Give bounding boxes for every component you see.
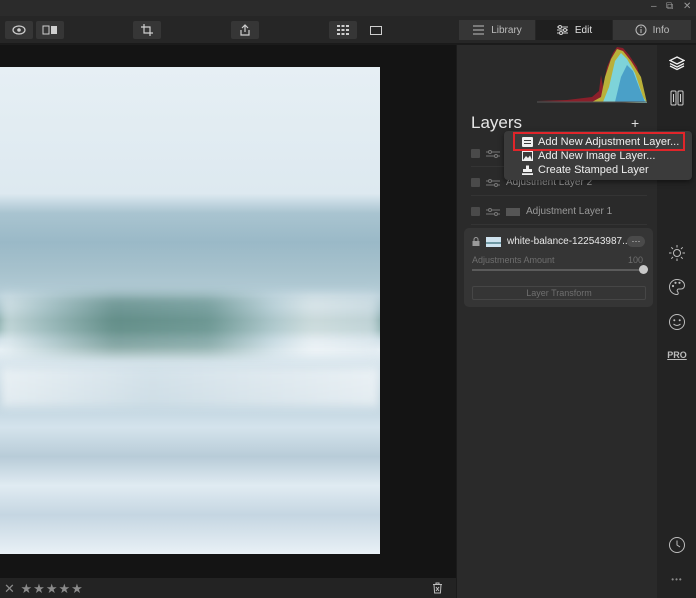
adjustments-amount-knob[interactable]: [639, 265, 648, 274]
add-layer-menu: Add New Adjustment Layer... Add New Imag…: [504, 131, 692, 180]
image-layer-icon: [522, 151, 533, 161]
add-layer-button[interactable]: +: [631, 115, 639, 131]
tool-rail: PRO •••: [657, 45, 696, 598]
stamp-icon: [522, 165, 533, 175]
compare-button[interactable]: [36, 21, 64, 39]
layer-visibility-checkbox[interactable]: [471, 178, 480, 187]
pro-tools-button[interactable]: PRO: [667, 345, 687, 365]
adjustments-amount-slider[interactable]: [472, 269, 642, 271]
history-tool-button[interactable]: [667, 535, 687, 555]
adjustment-layer-icon: [486, 178, 500, 187]
menu-item-label: Create Stamped Layer: [538, 164, 649, 176]
adjustments-amount-value: 100: [627, 255, 643, 265]
layer-transform-button[interactable]: Layer Transform: [472, 286, 646, 300]
photo-foam: [0, 367, 380, 407]
tab-library[interactable]: Library: [459, 20, 535, 40]
menu-item-label: Add New Image Layer...: [538, 150, 656, 162]
layers-tool-button[interactable]: [667, 53, 687, 73]
image-canvas[interactable]: [0, 45, 456, 578]
app-window: ‒ ⧉ ✕ Library Edit Info ✕ ★★★★★ Layers +…: [0, 0, 696, 598]
photo: [0, 67, 380, 554]
menu-item-create-stamped-layer[interactable]: Create Stamped Layer: [522, 163, 649, 177]
top-toolbar: Library Edit Info: [0, 16, 696, 44]
compare-icon: [42, 25, 57, 35]
histogram: [537, 47, 647, 103]
tab-edit-label: Edit: [574, 24, 593, 36]
layer-thumbnail: [506, 207, 520, 216]
layer-visibility-checkbox[interactable]: [471, 207, 480, 216]
title-bar: ‒ ⧉ ✕: [0, 0, 696, 16]
bottom-bar: ✕ ★★★★★: [0, 578, 456, 598]
preview-toggle-button[interactable]: [5, 21, 33, 39]
base-layer-header: white-balance-122543987...: [472, 236, 630, 247]
image-thumbnail-icon: [486, 236, 501, 247]
grid-icon: [337, 25, 349, 35]
library-icon: [473, 25, 485, 35]
crop-icon: [141, 24, 153, 36]
base-layer-card[interactable]: white-balance-122543987... ··· Adjustmen…: [464, 228, 653, 307]
essentials-tool-button[interactable]: [667, 243, 687, 263]
clock-icon: [669, 537, 685, 553]
layer-options-button[interactable]: ···: [627, 236, 645, 247]
minimize-button[interactable]: ‒: [651, 1, 657, 12]
menu-item-label: Add New Adjustment Layer...: [538, 135, 680, 148]
sliders-icon: [556, 25, 568, 35]
eye-icon: [12, 25, 26, 35]
star-rating[interactable]: ★★★★★: [21, 581, 84, 596]
layers-title: Layers: [471, 113, 523, 132]
lock-icon: [472, 237, 480, 246]
trash-button[interactable]: [432, 581, 443, 598]
layer-name: Adjustment Layer 1: [526, 206, 613, 217]
layer-visibility-checkbox[interactable]: [471, 149, 480, 158]
adjustment-layer-icon: [486, 149, 500, 158]
reject-icon[interactable]: ✕: [4, 581, 16, 596]
info-icon: [635, 24, 647, 36]
tab-info[interactable]: Info: [613, 20, 691, 40]
rating-stars[interactable]: ✕ ★★★★★: [4, 581, 84, 597]
single-view-button[interactable]: [362, 21, 390, 39]
more-tools-button[interactable]: •••: [667, 569, 687, 589]
trash-icon: [433, 582, 442, 594]
menu-item-add-image-layer[interactable]: Add New Image Layer...: [522, 149, 655, 163]
menu-item-add-adjustment-layer[interactable]: Add New Adjustment Layer...: [513, 132, 685, 151]
edit-panel: Layers + Adjustment Layer 2 Adjustment L…: [457, 45, 657, 598]
layers-icon: [669, 56, 685, 71]
grid-view-button[interactable]: [329, 21, 357, 39]
base-layer-name: white-balance-122543987...: [507, 236, 631, 247]
restore-button[interactable]: ⧉: [666, 1, 673, 12]
presets-tool-button[interactable]: [667, 88, 687, 108]
creative-tool-button[interactable]: [667, 277, 687, 297]
single-view-icon: [370, 25, 382, 35]
tab-library-label: Library: [491, 24, 522, 36]
face-icon: [669, 314, 685, 330]
crop-button[interactable]: [133, 21, 161, 39]
close-button[interactable]: ✕: [683, 1, 691, 12]
layer-row[interactable]: Adjustment Layer 1: [471, 199, 647, 225]
adjustment-layer-icon: [486, 207, 500, 216]
adjustment-layer-icon: [522, 136, 533, 147]
share-icon: [240, 24, 250, 36]
adjustments-amount-label: Adjustments Amount: [472, 255, 555, 265]
sun-icon: [669, 245, 685, 261]
palette-icon: [669, 278, 686, 296]
presets-icon: [670, 90, 684, 106]
share-button[interactable]: [231, 21, 259, 39]
portrait-tool-button[interactable]: [667, 312, 687, 332]
photo-wave: [0, 295, 380, 355]
tab-info-label: Info: [652, 24, 670, 36]
tab-edit[interactable]: Edit: [536, 20, 612, 40]
